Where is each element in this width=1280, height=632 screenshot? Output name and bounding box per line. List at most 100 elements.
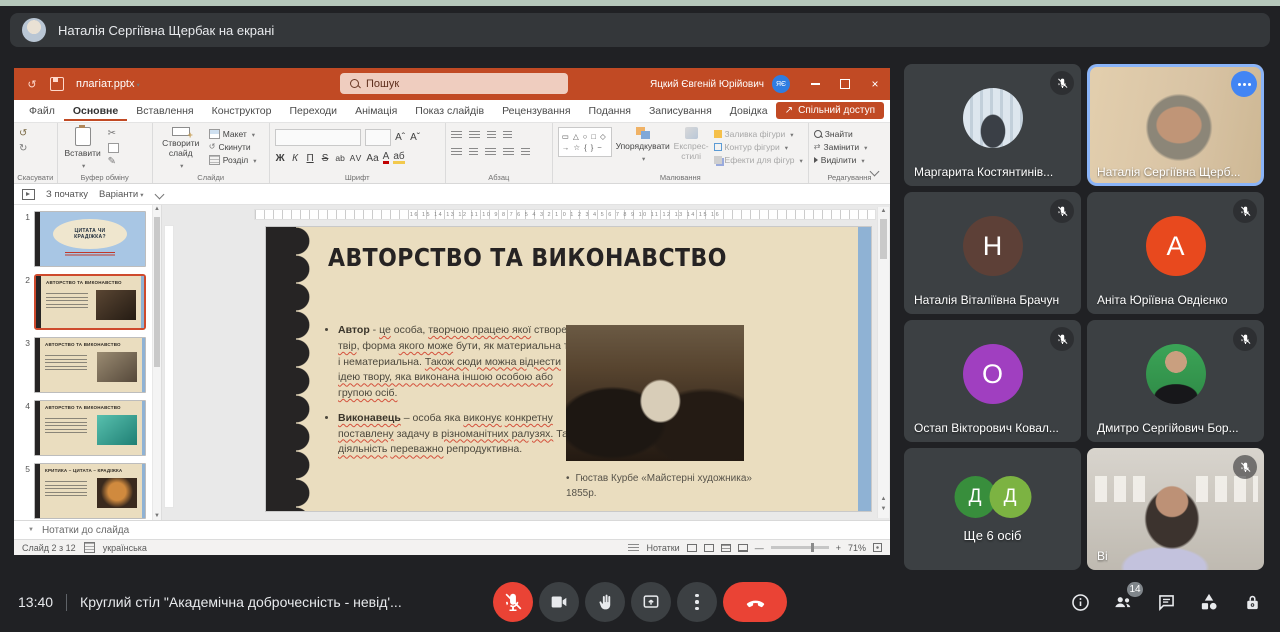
- info-button[interactable]: [1068, 590, 1092, 614]
- font-style-button-ab[interactable]: ab: [335, 153, 346, 163]
- numbering-button[interactable]: [469, 131, 480, 139]
- zoom-slider[interactable]: [771, 546, 829, 549]
- participant-tile-4[interactable]: ААніта Юріївна Овдієнко: [1087, 192, 1264, 314]
- slide-thumbnail-4[interactable]: 4АВТОРСТВО ТА ВИКОНАВСТВО: [20, 400, 151, 456]
- participant-tile-2[interactable]: Наталія Сергіївна Щерб...: [1087, 64, 1264, 186]
- align-center-button[interactable]: [469, 148, 478, 156]
- spellcheck-icon[interactable]: [84, 542, 95, 553]
- participant-tile-5[interactable]: ООстап Вікторович Ковал...: [904, 320, 1081, 442]
- find-button[interactable]: Знайти: [814, 129, 868, 139]
- font-style-button-Ж[interactable]: Ж: [275, 153, 286, 164]
- zoom-level[interactable]: 71%: [848, 543, 866, 553]
- font-color-button[interactable]: А: [383, 152, 390, 164]
- filename-dropdown-icon[interactable]: [135, 79, 140, 90]
- fit-slide-icon[interactable]: [873, 543, 882, 552]
- tab-Подання[interactable]: Подання: [580, 101, 640, 121]
- present-button[interactable]: [631, 582, 671, 622]
- shape-fill-button[interactable]: Заливка фігури: [714, 129, 803, 139]
- tab-Основне[interactable]: Основне: [64, 101, 127, 121]
- slide-body-text[interactable]: Автор - це особа, творчою працею якої ст…: [324, 323, 582, 467]
- font-style-button-AV[interactable]: AV: [350, 153, 363, 163]
- slide-canvas[interactable]: АВТОРСТВО ТА ВИКОНАВСТВО Автор - це особ…: [266, 227, 871, 511]
- redo-icon[interactable]: ↻: [19, 144, 27, 154]
- replace-button[interactable]: ⇄Замінити: [814, 142, 868, 152]
- indent-increase-button[interactable]: [503, 131, 512, 139]
- slide-sorter-view-icon[interactable]: [704, 544, 714, 552]
- bullets-button[interactable]: [451, 131, 462, 139]
- slide-scrollbar[interactable]: ▲ ▲ ▼: [877, 207, 889, 518]
- select-button[interactable]: Виділити: [814, 155, 868, 165]
- people-button[interactable]: 14: [1111, 590, 1135, 614]
- host-controls-button[interactable]: [1240, 590, 1264, 614]
- font-style-button-П[interactable]: П: [305, 153, 316, 164]
- autosave-icon[interactable]: ↺: [24, 76, 40, 92]
- shape-outline-button[interactable]: Контур фігури: [714, 142, 803, 152]
- font-style-button-К[interactable]: К: [290, 153, 301, 164]
- from-start-button[interactable]: З початку: [46, 189, 88, 200]
- font-style-button-Аа[interactable]: Аа: [366, 153, 378, 164]
- share-button[interactable]: ↗ Спільний доступ: [776, 102, 884, 119]
- close-button[interactable]: ×: [860, 68, 890, 100]
- minimize-button[interactable]: [800, 68, 830, 100]
- activities-button[interactable]: [1197, 590, 1221, 614]
- end-call-button[interactable]: [723, 582, 787, 622]
- reset-button[interactable]: ↺Скинути: [209, 142, 257, 152]
- slideshow-view-icon[interactable]: [738, 544, 748, 552]
- layout-button[interactable]: Макет: [209, 129, 257, 139]
- participant-tile-1[interactable]: Маргарита Костянтинів...: [904, 64, 1081, 186]
- arrange-button[interactable]: Упорядкувати: [617, 127, 669, 170]
- more-options-button[interactable]: [677, 582, 717, 622]
- participant-tile-8[interactable]: Ві: [1087, 448, 1264, 570]
- tab-Довідка[interactable]: Довідка: [721, 101, 777, 121]
- copy-icon[interactable]: [108, 143, 119, 153]
- reading-view-icon[interactable]: [721, 544, 731, 552]
- font-style-button-S[interactable]: S: [320, 153, 331, 164]
- tab-Переходи[interactable]: Переходи: [280, 101, 346, 121]
- section-button[interactable]: Розділ: [209, 155, 257, 165]
- next-slide-icon[interactable]: ▼: [878, 506, 889, 512]
- notes-pane[interactable]: ▼ Нотатки до слайда: [14, 520, 890, 539]
- quick-styles-button[interactable]: Експрес-стилі: [674, 127, 709, 170]
- scroll-up-icon[interactable]: ▲: [878, 208, 889, 214]
- tab-Показ слайдів[interactable]: Показ слайдів: [406, 101, 493, 121]
- new-slide-button[interactable]: Створити слайд: [158, 127, 204, 170]
- font-name-select[interactable]: [275, 129, 361, 146]
- scroll-up-icon[interactable]: ▲: [153, 206, 161, 212]
- slide-painting-image[interactable]: [566, 325, 744, 461]
- camera-button[interactable]: [539, 582, 579, 622]
- tab-Анімація[interactable]: Анімація: [346, 101, 406, 121]
- notes-toggle-icon[interactable]: [628, 544, 639, 552]
- raise-hand-button[interactable]: [585, 582, 625, 622]
- notes-toggle-label[interactable]: Нотатки: [646, 543, 679, 553]
- tab-Записування[interactable]: Записування: [640, 101, 721, 121]
- account-avatar[interactable]: ЯЄ: [772, 75, 790, 93]
- tab-Файл[interactable]: Файл: [20, 101, 64, 121]
- tab-Рецензування[interactable]: Рецензування: [493, 101, 579, 121]
- columns-button[interactable]: [521, 148, 530, 156]
- scroll-down-icon[interactable]: ▼: [153, 513, 161, 519]
- search-box[interactable]: Пошук: [340, 73, 568, 94]
- notes-collapse-icon[interactable]: ▼: [28, 527, 34, 533]
- zoom-in-icon[interactable]: +: [836, 543, 841, 553]
- paste-button[interactable]: Вставити: [63, 127, 103, 170]
- quickbar-collapse-icon[interactable]: [155, 189, 165, 199]
- document-filename[interactable]: плагіат.pptx: [76, 78, 135, 90]
- slide-image-caption[interactable]: Гюстав Курбе «Майстерні художника» 1855р…: [566, 471, 781, 501]
- justify-button[interactable]: [503, 148, 514, 156]
- align-left-button[interactable]: [451, 148, 462, 156]
- undo-icon[interactable]: ↺: [19, 129, 27, 139]
- mic-off-button[interactable]: [493, 582, 533, 622]
- variants-button[interactable]: Варіанти: [99, 189, 143, 200]
- chat-button[interactable]: [1154, 590, 1178, 614]
- align-right-button[interactable]: [485, 148, 496, 156]
- indent-decrease-button[interactable]: [487, 131, 496, 139]
- highlight-button[interactable]: аб: [393, 152, 404, 164]
- participant-tile-3[interactable]: ННаталія Віталіївна Брачун: [904, 192, 1081, 314]
- slide-thumbnail-3[interactable]: 3АВТОРСТВО ТА ВИКОНАВСТВО: [20, 337, 151, 393]
- slide-thumbnail-2[interactable]: 2АВТОРСТВО ТА ВИКОНАВСТВО: [20, 274, 151, 330]
- previous-slide-icon[interactable]: ▲: [878, 496, 889, 502]
- tab-Вставлення[interactable]: Вставлення: [127, 101, 202, 121]
- format-painter-icon[interactable]: ✎: [108, 157, 119, 167]
- grow-font-button[interactable]: Аˆ: [395, 132, 406, 143]
- tile-menu-button[interactable]: [1231, 71, 1257, 97]
